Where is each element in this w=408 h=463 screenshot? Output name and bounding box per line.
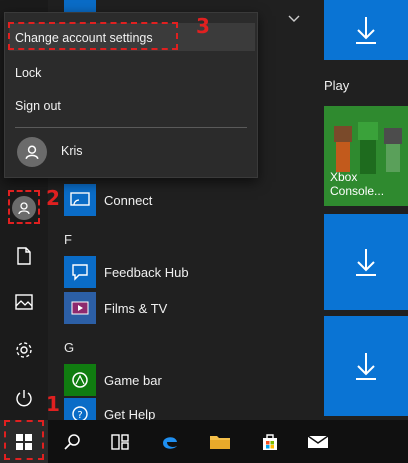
file-explorer-button[interactable] xyxy=(196,420,244,463)
tile-download-3[interactable] xyxy=(324,316,408,416)
settings-button[interactable] xyxy=(4,330,44,370)
mail-button[interactable] xyxy=(294,420,342,463)
tile-xbox-console[interactable]: Xbox Console... xyxy=(324,106,408,206)
pictures-icon xyxy=(15,294,33,310)
annotation-box-step2 xyxy=(8,190,40,224)
search-icon xyxy=(64,433,80,450)
app-feedback-hub[interactable]: Feedback Hub xyxy=(64,256,189,288)
tile-label: Xbox Console... xyxy=(330,170,385,198)
document-icon xyxy=(17,247,31,265)
tile-download-2[interactable] xyxy=(324,214,408,310)
annotation-number-3: 3 xyxy=(196,14,210,38)
download-arrow-icon xyxy=(356,353,376,380)
app-label: Game bar xyxy=(104,372,162,388)
annotation-box-step1 xyxy=(4,420,44,460)
annotation-box-step3 xyxy=(8,22,178,50)
app-label: Feedback Hub xyxy=(104,264,189,280)
task-view-icon xyxy=(111,433,129,450)
store-icon xyxy=(263,433,277,450)
tile-group-play: Play xyxy=(324,78,350,93)
menu-item-lock[interactable]: Lock xyxy=(15,66,41,80)
power-icon xyxy=(16,390,32,407)
user-icon xyxy=(25,145,39,160)
download-arrow-icon xyxy=(356,17,376,44)
folder-icon xyxy=(210,435,230,449)
download-arrow-icon xyxy=(356,249,376,276)
user-avatar[interactable] xyxy=(17,137,47,167)
films-icon xyxy=(64,292,96,324)
search-button[interactable] xyxy=(48,420,96,463)
edge-button[interactable] xyxy=(146,420,194,463)
annotation-number-2: 2 xyxy=(46,186,60,210)
section-header-g[interactable]: G xyxy=(64,340,74,355)
app-films-tv[interactable]: Films & TV xyxy=(64,292,167,324)
menu-user-name[interactable]: Kris xyxy=(61,144,83,158)
menu-divider xyxy=(15,127,247,128)
connect-icon xyxy=(64,184,96,216)
settings-icon xyxy=(16,342,32,358)
app-label: Connect xyxy=(104,192,153,208)
app-connect[interactable]: Connect xyxy=(64,184,152,216)
documents-button[interactable] xyxy=(4,236,44,276)
menu-item-sign-out[interactable]: Sign out xyxy=(15,99,61,113)
tile-download-1[interactable] xyxy=(324,0,408,60)
pictures-button[interactable] xyxy=(4,282,44,322)
app-label: Films & TV xyxy=(104,300,168,316)
app-game-bar[interactable]: Game bar xyxy=(64,364,162,396)
mail-icon xyxy=(307,434,329,448)
power-button[interactable] xyxy=(4,378,44,418)
game-bar-icon xyxy=(64,364,96,396)
section-header-f[interactable]: F xyxy=(64,232,72,247)
start-menu-screen: Connect F Feedback Hub Films & TV G Game… xyxy=(0,0,408,463)
chevron-down-icon[interactable] xyxy=(288,10,300,28)
edge-icon xyxy=(163,436,177,449)
annotation-number-1: 1 xyxy=(46,392,60,416)
feedback-icon xyxy=(64,256,96,288)
store-button[interactable] xyxy=(246,420,294,463)
task-view-button[interactable] xyxy=(96,420,144,463)
taskbar xyxy=(0,420,408,463)
